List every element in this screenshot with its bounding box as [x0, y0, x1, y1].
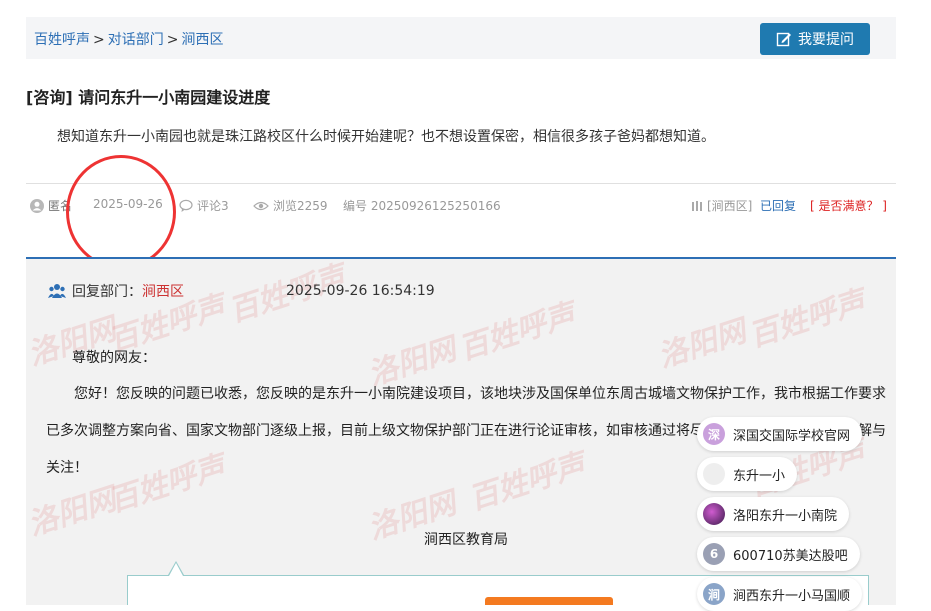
- comments[interactable]: 评论3: [179, 197, 229, 214]
- breadcrumb: 百姓呼声 > 对话部门 > 涧西区: [34, 29, 223, 49]
- suggestion-avatar: 深: [703, 423, 725, 445]
- suggestion-label: 涧西东升一小马国顺: [733, 588, 851, 604]
- reply-signature: 涧西区教育局: [424, 532, 508, 548]
- edit-icon: [776, 32, 791, 47]
- popup-pointer-inner: [169, 563, 183, 576]
- building-icon: [692, 200, 702, 211]
- suggestion-label: 东升一小: [733, 468, 786, 484]
- page-title: [咨询] 请问东升一小南园建设进度: [26, 84, 270, 108]
- question-number: 编号 20250926125250166: [343, 199, 501, 213]
- breadcrumb-separator: >: [93, 32, 105, 48]
- question-title: 请问东升一小南园建设进度: [78, 88, 271, 107]
- question-tag: [咨询]: [26, 88, 73, 107]
- reply-dept-label: 回复部门：: [72, 284, 142, 300]
- user-icon: [30, 198, 44, 213]
- suggestion-item[interactable]: 6 600710苏美达股吧: [697, 537, 860, 571]
- suggestion-item[interactable]: 涧 涧西东升一小马国顺: [697, 577, 863, 611]
- views: 浏览2259: [253, 197, 328, 214]
- suggestion-avatar: [703, 503, 725, 525]
- district-label: [涧西区]: [707, 199, 753, 213]
- highlight-circle: [66, 155, 176, 269]
- comments-count: 评论3: [197, 199, 229, 213]
- suggestion-avatar: 涧: [703, 583, 725, 605]
- district-tag: [涧西区]: [691, 197, 752, 214]
- breadcrumb-link-voice[interactable]: 百姓呼声: [34, 32, 90, 48]
- comment-icon: [179, 199, 193, 212]
- suggestion-label: 洛阳东升一小南院: [733, 508, 838, 524]
- reply-time: 2025-09-26 16:54:19: [286, 283, 435, 299]
- reply-status[interactable]: 已回复: [760, 197, 796, 214]
- suggestion-item[interactable]: 洛阳东升一小南院: [697, 497, 850, 531]
- department-icon: [48, 284, 66, 298]
- satisfaction-link[interactable]: [ 是否满意？ ]: [810, 197, 887, 214]
- reply-dept-name[interactable]: 涧西区: [142, 281, 184, 301]
- ask-question-button[interactable]: 我要提问: [760, 23, 870, 55]
- question-body: 想知道东升一小南园也就是珠江路校区什么时候开始建呢？也不想设置保密，相信很多孩子…: [57, 129, 715, 145]
- breadcrumb-bar: 百姓呼声 > 对话部门 > 涧西区 我要提问: [26, 17, 896, 59]
- suggestion-avatar: [703, 463, 725, 485]
- suggestion-label: 600710苏美达股吧: [733, 548, 848, 564]
- ask-question-label: 我要提问: [798, 32, 854, 48]
- reply-header: 回复部门： 涧西区: [48, 281, 184, 301]
- views-count: 浏览2259: [273, 199, 328, 213]
- suggestion-avatar: 6: [703, 543, 725, 565]
- breadcrumb-separator: >: [166, 32, 179, 48]
- breadcrumb-link-dept[interactable]: 对话部门: [108, 32, 164, 48]
- suggestion-item[interactable]: 东升一小: [697, 457, 798, 491]
- suggestion-label: 深国交国际学校官网: [733, 428, 851, 444]
- popup-orange-button[interactable]: [485, 597, 613, 605]
- suggestion-item[interactable]: 深 深国交国际学校官网: [697, 417, 863, 451]
- breadcrumb-link-district[interactable]: 涧西区: [181, 32, 223, 48]
- eye-icon: [253, 201, 269, 210]
